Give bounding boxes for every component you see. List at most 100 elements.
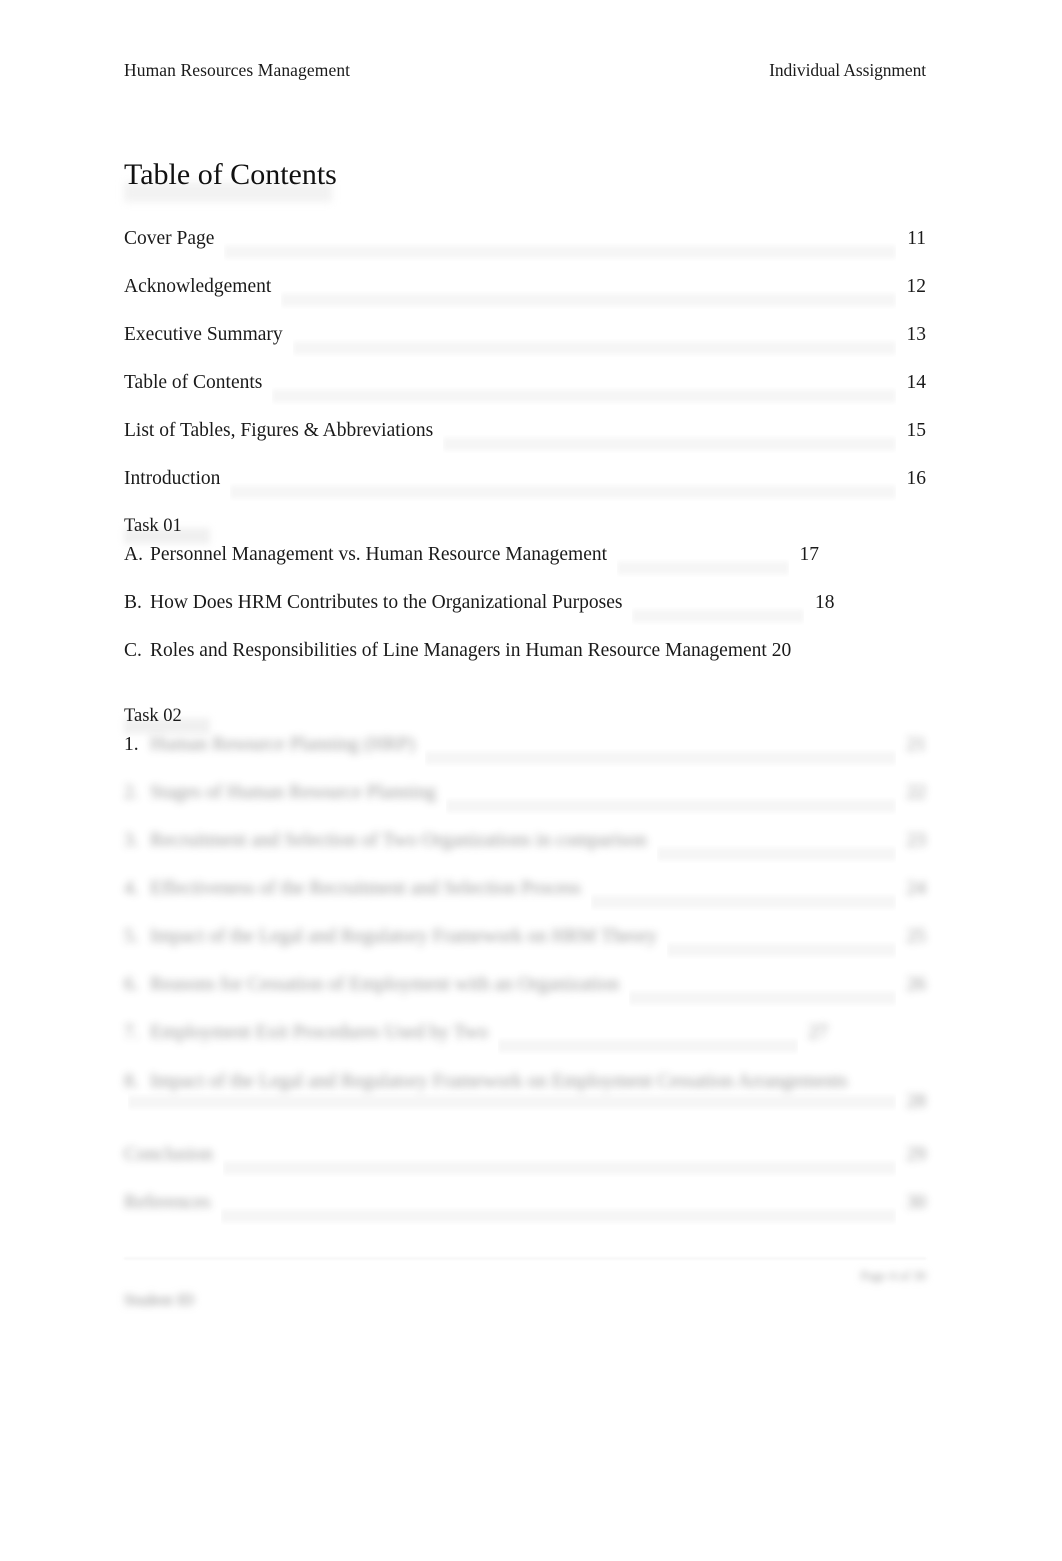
toc-entry-page: 24 xyxy=(906,878,927,899)
toc-leader xyxy=(657,845,896,863)
toc-leader xyxy=(230,483,896,501)
toc-entry-page: 28 xyxy=(906,1090,927,1112)
toc-entry[interactable]: 2. Stages of Human Resource Planning 22 xyxy=(124,782,926,830)
toc-leader xyxy=(281,291,896,309)
toc-entry-number: 3. xyxy=(124,830,139,851)
toc-leader xyxy=(272,387,896,405)
toc-entry-page: 18 xyxy=(814,592,835,613)
toc-entry-page: 16 xyxy=(906,468,927,489)
toc-entry-label: Human Resource Planning (HRP) xyxy=(150,734,415,755)
footer-page-indicator: Page 4 of 30 xyxy=(860,1268,926,1283)
toc-leader xyxy=(591,893,896,911)
toc-entry-page: 27 xyxy=(808,1022,828,1043)
toc-entry[interactable]: 5. Impact of the Legal and Regulatory Fr… xyxy=(124,926,926,974)
toc-entry[interactable]: C. Roles and Responsibilities of Line Ma… xyxy=(124,640,926,696)
toc-entry-label: Stages of Human Resource Planning xyxy=(150,782,436,803)
toc-entry-label: Roles and Responsibilities of Line Manag… xyxy=(150,640,792,661)
toc-entry-page: 13 xyxy=(906,324,927,345)
toc-entry-page: 25 xyxy=(906,926,927,947)
toc-entry-label: Recruitment and Selection of Two Organiz… xyxy=(150,830,647,851)
toc-entry-label: Introduction xyxy=(124,468,221,489)
header-right-text: Individual Assignment xyxy=(769,60,926,80)
toc-entry[interactable]: 3. Recruitment and Selection of Two Orga… xyxy=(124,830,926,878)
toc-entry-label: List of Tables, Figures & Abbreviations xyxy=(124,420,434,441)
toc-leader xyxy=(221,1207,896,1225)
toc-entry-number: 1. xyxy=(124,734,139,755)
section-heading-task-01: Task 01 xyxy=(124,516,926,544)
toc-entry-label: References xyxy=(124,1192,211,1213)
toc-entry-label: Table of Contents xyxy=(124,372,263,393)
toc-entry[interactable]: Introduction 16 xyxy=(124,468,926,516)
page-title: Table of Contents xyxy=(124,158,337,191)
toc-entry-number: A. xyxy=(124,544,143,565)
toc-entry-page: 14 xyxy=(906,372,927,393)
toc-entry-page: 11 xyxy=(907,228,926,249)
document-page: Human Resources Management Individual As… xyxy=(0,0,1062,1561)
toc-leader xyxy=(617,559,789,577)
toc-entry-number: 4. xyxy=(124,878,139,899)
toc-entry-page: 15 xyxy=(906,420,927,441)
toc-entry[interactable]: 8. Impact of the Legal and Regulatory Fr… xyxy=(124,1070,926,1144)
toc-entry-label: Employment Exit Procedures Used by Two xyxy=(150,1022,488,1043)
toc-entry-page: 30 xyxy=(906,1192,927,1213)
running-footer: Page 4 of 30 Student ID xyxy=(124,1258,926,1309)
toc-entry-page: 21 xyxy=(906,734,927,755)
toc-leader xyxy=(293,339,896,357)
toc-entry[interactable]: B. How Does HRM Contributes to the Organ… xyxy=(124,592,926,640)
toc-entry-number: 7. xyxy=(124,1022,139,1043)
toc-entry-label: Impact of the Legal and Regulatory Frame… xyxy=(150,1071,848,1092)
toc-leader xyxy=(425,749,896,767)
toc-entry[interactable]: 6. Reasons for Cessation of Employment w… xyxy=(124,974,926,1022)
footer-divider xyxy=(124,1258,926,1259)
toc-entry[interactable]: 4. Effectiveness of the Recruitment and … xyxy=(124,878,926,926)
toc-entry-label: Executive Summary xyxy=(124,324,283,345)
toc-entry-label: Personnel Management vs. Human Resource … xyxy=(150,544,608,565)
toc-entry[interactable]: Executive Summary 13 xyxy=(124,324,926,372)
toc-entry-label: Conclusion xyxy=(124,1144,213,1165)
toc-entry[interactable]: A. Personnel Management vs. Human Resour… xyxy=(124,544,926,592)
toc-entry-number: B. xyxy=(124,592,142,613)
toc-entry[interactable]: Acknowledgement 12 xyxy=(124,276,926,324)
toc-entry[interactable]: 7. Employment Exit Procedures Used by Tw… xyxy=(124,1022,926,1070)
toc-leader xyxy=(667,941,896,959)
toc-entry-number: C. xyxy=(124,640,142,661)
toc-leader xyxy=(629,989,896,1007)
toc-entry-page: 23 xyxy=(906,830,927,851)
toc-entry-page: 29 xyxy=(906,1144,927,1165)
toc-entry-label: Acknowledgement xyxy=(124,276,272,297)
toc-entry-page: 22 xyxy=(906,782,927,803)
toc-leader xyxy=(632,607,804,625)
toc-entry-page: 26 xyxy=(906,974,927,995)
table-of-contents: Cover Page 11 Acknowledgement 12 Executi… xyxy=(124,228,926,1240)
section-heading-label: Task 01 xyxy=(124,516,182,536)
toc-entry-page: 12 xyxy=(906,276,927,297)
toc-leader xyxy=(446,797,896,815)
toc-entry-number: 8. xyxy=(124,1071,139,1092)
footer-left-text: Student ID xyxy=(124,1292,194,1309)
toc-entry[interactable]: Table of Contents 14 xyxy=(124,372,926,420)
header-left-text: Human Resources Management xyxy=(124,60,351,80)
toc-entry[interactable]: Conclusion 29 xyxy=(124,1144,926,1192)
toc-entry-label: Reasons for Cessation of Employment with… xyxy=(150,974,620,995)
page-title-block: Table of Contents xyxy=(124,158,926,202)
toc-leader xyxy=(224,243,896,261)
section-heading-label: Task 02 xyxy=(124,706,182,726)
toc-entry-number: 5. xyxy=(124,926,139,947)
toc-entry-page: 17 xyxy=(799,544,820,565)
toc-entry-number: 2. xyxy=(124,782,139,803)
toc-leader xyxy=(498,1037,798,1055)
toc-leader xyxy=(128,1093,896,1111)
toc-entry-label: Effectiveness of the Recruitment and Sel… xyxy=(150,878,581,899)
toc-entry-label: Cover Page xyxy=(124,228,215,249)
toc-leader xyxy=(443,435,896,453)
toc-entry[interactable]: References 30 xyxy=(124,1192,926,1240)
toc-entry[interactable]: Cover Page 11 xyxy=(124,228,926,276)
toc-entry-label: Impact of the Legal and Regulatory Frame… xyxy=(150,926,658,947)
toc-leader xyxy=(223,1159,896,1177)
toc-entry-label: How Does HRM Contributes to the Organiza… xyxy=(150,592,623,613)
toc-entry[interactable]: 1. Human Resource Planning (HRP) 21 xyxy=(124,734,926,782)
section-heading-task-02: Task 02 xyxy=(124,706,926,734)
toc-entry-number: 6. xyxy=(124,974,139,995)
running-header: Human Resources Management Individual As… xyxy=(124,60,926,81)
toc-entry[interactable]: List of Tables, Figures & Abbreviations … xyxy=(124,420,926,468)
